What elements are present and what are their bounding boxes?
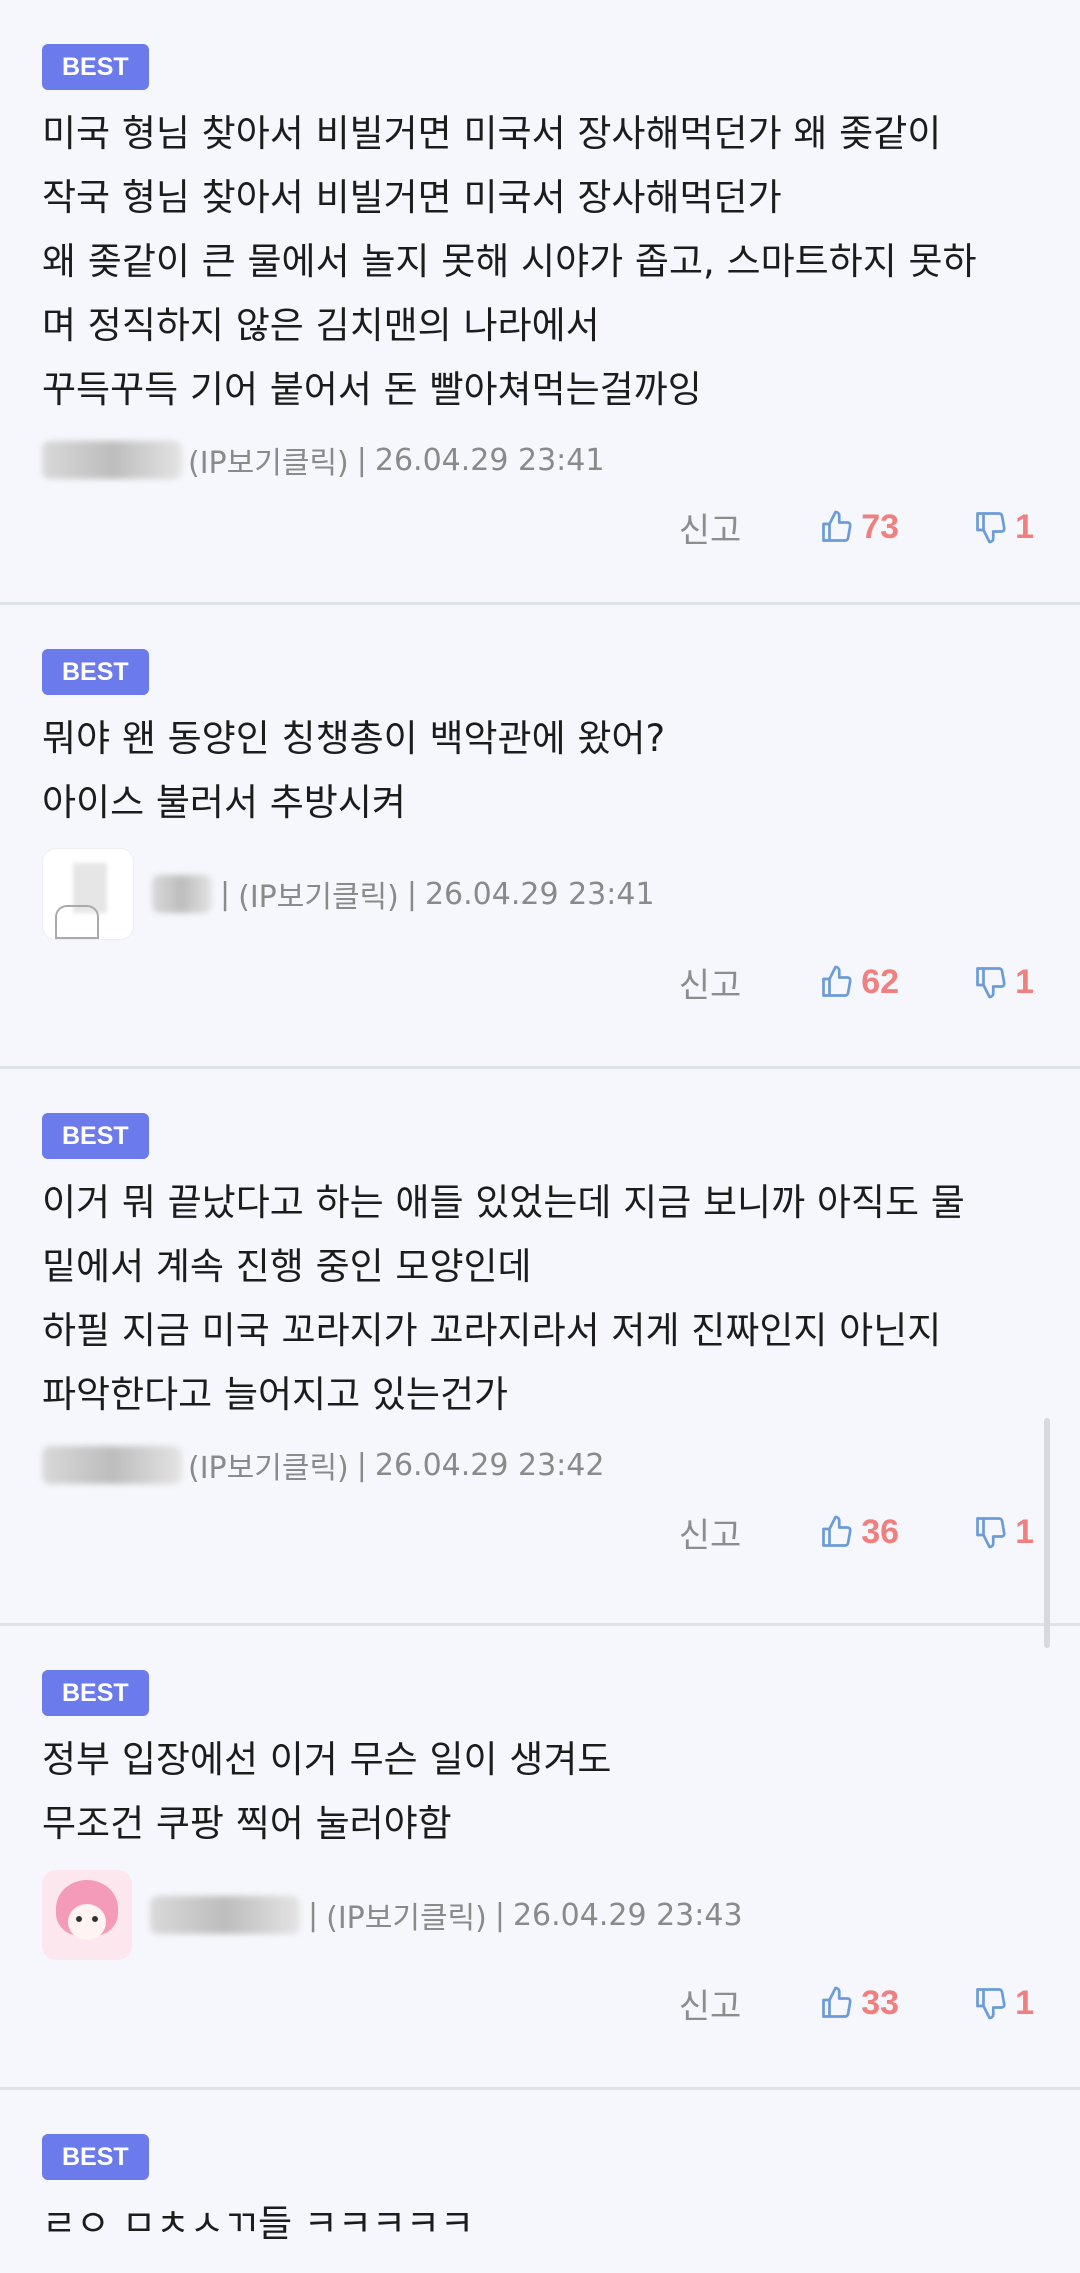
ip-link[interactable]: (IP보기클릭) — [238, 872, 399, 916]
comment-line: 뭐야 왠 동양인 칭챙총이 백악관에 왔어? — [42, 717, 666, 760]
report-button[interactable]: 신고 — [679, 958, 742, 1007]
comment-line: 밑에서 계속 진행 중인 모양인데 — [42, 1245, 532, 1288]
comment-meta: | (IP보기클릭) | 26.04.29 23:43 — [42, 1870, 1038, 1960]
comment-line: 정부 입장에선 이거 무슨 일이 생겨도 — [42, 1738, 612, 1781]
scrollbar[interactable] — [1044, 1418, 1050, 1648]
meta-separator: | — [406, 876, 417, 912]
ip-link[interactable]: (IP보기클릭) — [188, 1443, 349, 1487]
avatar[interactable] — [42, 848, 134, 940]
meta-separator: | — [356, 1447, 367, 1483]
comment-line: 작국 형님 찾아서 비빌거면 미국서 장사해먹던가 — [42, 176, 782, 219]
comment-meta: | (IP보기클릭) | 26.04.29 23:41 — [42, 848, 1038, 940]
comment-actions: 신고 73 1 — [42, 484, 1038, 598]
best-badge: BEST — [42, 649, 149, 695]
ip-link[interactable]: (IP보기클릭) — [326, 1893, 487, 1937]
comment-datetime: 26.04.29 23:41 — [374, 442, 605, 478]
dislike-button[interactable]: 1 — [973, 1513, 1034, 1552]
best-badge: BEST — [42, 2134, 149, 2180]
best-badge: BEST — [42, 1670, 149, 1716]
report-button[interactable]: 신고 — [679, 1508, 742, 1557]
comment-datetime: 26.04.29 23:42 — [374, 1447, 605, 1483]
comment-text: 뭐야 왠 동양인 칭챙총이 백악관에 왔어? 아이스 불러서 추방시켜 — [42, 707, 1038, 835]
like-button[interactable]: 62 — [819, 963, 899, 1002]
thumbs-up-icon — [822, 1515, 852, 1547]
comment-line: 며 정직하지 않은 김치맨의 나라에서 — [42, 304, 600, 347]
like-button[interactable]: 36 — [819, 1513, 899, 1552]
like-count: 73 — [861, 507, 900, 546]
comment-line: ㄹㅇ ㅁㅊㅅㄲ들 ㅋㅋㅋㅋㅋ — [42, 2202, 475, 2245]
thumbs-down-icon — [976, 1988, 1006, 2020]
comment-meta: (IP보기클릭) | 26.04.29 23:42 — [42, 1441, 1038, 1489]
comment-line: 하필 지금 미국 꼬라지가 꼬라지라서 저게 진짜인지 아닌지 — [42, 1309, 942, 1352]
comment: BEST 정부 입장에선 이거 무슨 일이 생겨도 무조건 쿠팡 찍어 눌러야함… — [0, 1626, 1080, 2090]
dislike-button[interactable]: 1 — [973, 1984, 1034, 2023]
comment: BEST 뭐야 왠 동양인 칭챙총이 백악관에 왔어? 아이스 불러서 추방시켜… — [0, 605, 1080, 1069]
dislike-button[interactable]: 1 — [973, 963, 1034, 1002]
dislike-count: 1 — [1015, 1983, 1034, 2022]
best-badge: BEST — [42, 44, 149, 90]
comment-text: ㄹㅇ ㅁㅊㅅㄲ들 ㅋㅋㅋㅋㅋ — [42, 2192, 1038, 2256]
thumbs-down-icon — [976, 512, 1006, 544]
comment-text: 이거 뭐 끝났다고 하는 애들 있었는데 지금 보니까 아직도 물 밑에서 계속… — [42, 1171, 1038, 1427]
like-count: 33 — [861, 1983, 900, 2022]
avatar[interactable] — [42, 1870, 132, 1960]
thumbs-down-icon — [976, 1517, 1006, 1549]
like-button[interactable]: 73 — [819, 508, 899, 547]
meta-separator: | — [494, 1897, 505, 1933]
like-button[interactable]: 33 — [819, 1984, 899, 2023]
thumbs-up-icon — [822, 965, 852, 997]
meta-separator: | — [308, 1897, 319, 1933]
comment-line: 꾸득꾸득 기어 붙어서 돈 빨아쳐먹는걸까잉 — [42, 368, 702, 411]
like-count: 36 — [861, 1512, 900, 1551]
comment-actions: 신고 36 1 — [42, 1489, 1038, 1603]
comment-datetime: 26.04.29 23:41 — [424, 876, 655, 912]
dislike-count: 1 — [1015, 962, 1034, 1001]
comment-line: 왜 좆같이 큰 물에서 놀지 못해 시야가 좁고, 스마트하지 못하 — [42, 240, 977, 283]
comment-datetime: 26.04.29 23:43 — [512, 1897, 743, 1933]
thumbs-down-icon — [976, 967, 1006, 999]
comment-actions: 신고 33 1 — [42, 1960, 1038, 2074]
thumbs-up-icon — [822, 510, 852, 542]
author-name[interactable] — [150, 1896, 300, 1934]
best-badge: BEST — [42, 1113, 149, 1159]
report-button[interactable]: 신고 — [679, 503, 742, 552]
comment-line: 파악한다고 늘어지고 있는건가 — [42, 1373, 509, 1416]
meta-separator: | — [220, 876, 231, 912]
comment-text: 미국 형님 찾아서 비빌거면 미국서 장사해먹던가 왜 좆같이 작국 형님 찾아… — [42, 102, 1038, 422]
comment: BEST 이거 뭐 끝났다고 하는 애들 있었는데 지금 보니까 아직도 물 밑… — [0, 1069, 1080, 1626]
comment-line: 무조건 쿠팡 찍어 눌러야함 — [42, 1802, 452, 1845]
author-name[interactable] — [152, 875, 212, 913]
report-button[interactable]: 신고 — [679, 1979, 742, 2028]
dislike-count: 1 — [1015, 1512, 1034, 1551]
author-name[interactable] — [42, 441, 182, 479]
author-name[interactable] — [42, 1446, 182, 1484]
like-count: 62 — [861, 962, 900, 1001]
dislike-button[interactable]: 1 — [973, 508, 1034, 547]
meta-separator: | — [356, 442, 367, 478]
comment-text: 정부 입장에선 이거 무슨 일이 생겨도 무조건 쿠팡 찍어 눌러야함 — [42, 1728, 1038, 1856]
thumbs-up-icon — [822, 1986, 852, 2018]
comment-line: 이거 뭐 끝났다고 하는 애들 있었는데 지금 보니까 아직도 물 — [42, 1181, 965, 1224]
comment-meta: (IP보기클릭) | 26.04.29 23:41 — [42, 436, 1038, 484]
comment-line: 아이스 불러서 추방시켜 — [42, 781, 406, 824]
dislike-count: 1 — [1015, 507, 1034, 546]
comment-line: 미국 형님 찾아서 비빌거면 미국서 장사해먹던가 왜 좆같이 — [42, 112, 942, 155]
ip-link[interactable]: (IP보기클릭) — [188, 438, 349, 482]
comment-actions: 신고 62 1 — [42, 939, 1038, 1053]
comment: BEST ㄹㅇ ㅁㅊㅅㄲ들 ㅋㅋㅋㅋㅋ — [0, 2090, 1080, 2256]
comment: BEST 미국 형님 찾아서 비빌거면 미국서 장사해먹던가 왜 좆같이 작국 … — [0, 0, 1080, 605]
